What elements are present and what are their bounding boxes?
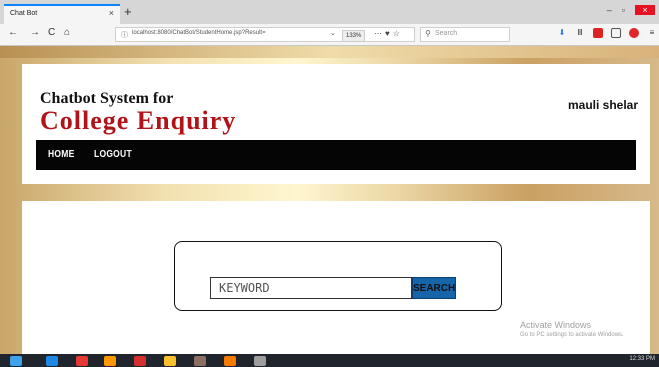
taskbar-app-icon[interactable] <box>224 356 236 366</box>
main-menu: HOME LOGOUT <box>36 140 636 170</box>
menu-item-logout[interactable]: LOGOUT <box>94 149 132 160</box>
page-actions-icons[interactable]: ⋯♥☆ <box>374 29 403 38</box>
search-button[interactable]: SEARCH <box>412 277 456 299</box>
menu-item-home[interactable]: HOME <box>48 149 75 160</box>
explorer-icon[interactable] <box>194 356 206 366</box>
search-icon: ⚲ <box>425 29 431 38</box>
url-dropdown-icon[interactable]: ⌄ <box>330 29 336 37</box>
pocket-icon[interactable] <box>629 28 639 38</box>
new-tab-button[interactable]: + <box>124 4 132 20</box>
taskbar-app2-icon[interactable] <box>254 356 266 366</box>
app-icon[interactable] <box>76 356 88 366</box>
site-title-line2: College Enquiry <box>40 106 237 135</box>
taskbar-clock[interactable]: 12:33 PM <box>629 356 655 362</box>
tab-close-icon[interactable]: × <box>109 8 114 18</box>
taskbar: 12:33 PM <box>0 354 659 367</box>
site-info-icon[interactable]: ⓘ <box>121 30 128 40</box>
search-panel: SEARCH <box>174 241 502 311</box>
library-icon[interactable]: Ⅲ <box>575 28 585 38</box>
reload-button[interactable]: C <box>48 27 55 38</box>
forward-button[interactable]: → <box>30 27 40 38</box>
browser-tab[interactable]: Chat Bot × <box>4 4 120 24</box>
firefox-icon[interactable] <box>104 356 116 366</box>
sidebar-icon[interactable] <box>611 28 621 38</box>
browser-toolbar: ← → C ⌂ ⓘ localhost:8080/ChatBot/Student… <box>0 24 659 46</box>
page-background: Chatbot System for College Enquiry mauli… <box>0 46 659 354</box>
minimize-button[interactable]: – <box>607 5 612 15</box>
toolbar-icons: ⬇ Ⅲ ≡ <box>557 28 657 38</box>
site-header: Chatbot System for College Enquiry mauli… <box>22 64 650 184</box>
browser-search-box[interactable]: ⚲ Search <box>420 27 510 42</box>
start-icon[interactable] <box>10 356 22 366</box>
url-text[interactable]: localhost:8080/ChatBot/StudentHome.jsp?R… <box>132 30 266 36</box>
keyword-input[interactable] <box>210 277 412 299</box>
user-name: mauli shelar <box>567 98 638 112</box>
maximize-button[interactable]: ▫ <box>622 5 625 15</box>
download-icon[interactable]: ⬇ <box>557 28 567 38</box>
decorative-strip <box>0 46 659 58</box>
back-button[interactable]: ← <box>8 27 18 38</box>
window-controls: – ▫ × <box>607 2 655 18</box>
chrome-icon[interactable] <box>134 356 146 366</box>
extension-icon[interactable] <box>593 28 603 38</box>
home-button[interactable]: ⌂ <box>64 27 70 38</box>
activation-watermark-title: Activate Windows <box>520 320 592 330</box>
tab-title: Chat Bot <box>10 10 38 17</box>
folder-icon[interactable] <box>164 356 176 366</box>
browser-tab-bar: Chat Bot × + – ▫ × <box>0 0 659 24</box>
menu-icon[interactable]: ≡ <box>647 28 657 38</box>
close-window-button[interactable]: × <box>635 5 655 15</box>
edge-icon[interactable] <box>46 356 58 366</box>
browser-search-placeholder: Search <box>435 30 458 37</box>
activation-watermark-text: Go to PC settings to activate Windows. <box>520 332 624 338</box>
zoom-indicator[interactable]: 133% <box>342 30 366 42</box>
address-bar[interactable]: ⓘ localhost:8080/ChatBot/StudentHome.jsp… <box>115 27 415 42</box>
